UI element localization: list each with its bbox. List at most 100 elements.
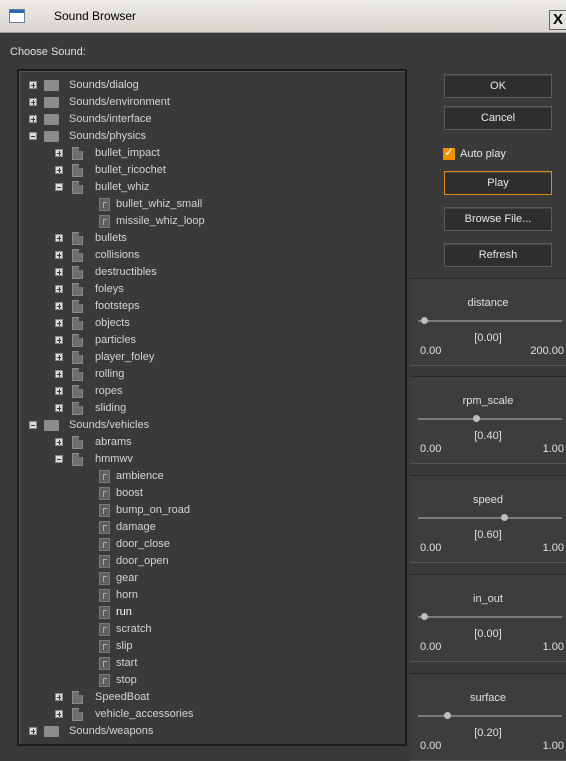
expand-icon[interactable] — [55, 336, 63, 344]
sound-file-icon — [99, 538, 110, 551]
tree-item[interactable]: run — [19, 604, 399, 621]
tree-item-label: Sounds/environment — [69, 96, 170, 108]
tree-item[interactable]: particles — [19, 332, 399, 349]
tree-item[interactable]: horn — [19, 587, 399, 604]
expand-icon[interactable] — [29, 98, 37, 106]
tree-item[interactable]: bullet_ricochet — [19, 162, 399, 179]
slider-panel-speed: speed [0.60] 0.00 1.00 — [410, 475, 566, 563]
tree-item[interactable]: SpeedBoat — [19, 689, 399, 706]
expand-icon[interactable] — [55, 149, 63, 157]
file-icon — [72, 368, 83, 381]
tree-item[interactable]: destructibles — [19, 264, 399, 281]
tree-item-label: damage — [116, 521, 156, 533]
tree-item[interactable]: ropes — [19, 383, 399, 400]
collapse-icon[interactable] — [55, 183, 63, 191]
slider-max-label: 1.00 — [542, 641, 564, 653]
expand-icon[interactable] — [55, 234, 63, 242]
tree-item[interactable]: door_close — [19, 536, 399, 553]
tree-item[interactable]: ambience — [19, 468, 399, 485]
sound-file-icon — [99, 657, 110, 670]
tree-item[interactable]: bullet_whiz — [19, 179, 399, 196]
expand-icon[interactable] — [29, 727, 37, 735]
tree-item[interactable]: Sounds/vehicles — [19, 417, 399, 434]
auto-play-checkbox[interactable] — [443, 145, 455, 160]
expand-icon[interactable] — [29, 115, 37, 123]
tree-item[interactable]: damage — [19, 519, 399, 536]
tree-item[interactable]: bullets — [19, 230, 399, 247]
play-button[interactable]: Play — [444, 171, 552, 195]
tree-item[interactable]: collisions — [19, 247, 399, 264]
expand-icon[interactable] — [55, 353, 63, 361]
expand-icon[interactable] — [55, 302, 63, 310]
title-bar: Sound Browser X — [0, 0, 566, 33]
expand-icon[interactable] — [55, 268, 63, 276]
tree-item[interactable]: scratch — [19, 621, 399, 638]
tree-item[interactable]: bullet_whiz_small — [19, 196, 399, 213]
tree-item[interactable]: Sounds/weapons — [19, 723, 399, 740]
slider-track[interactable] — [418, 613, 562, 620]
tree-item[interactable]: start — [19, 655, 399, 672]
expand-icon[interactable] — [55, 285, 63, 293]
sound-file-icon — [99, 198, 110, 211]
cancel-button[interactable]: Cancel — [444, 106, 552, 130]
collapse-icon[interactable] — [29, 132, 37, 140]
tree-item[interactable]: footsteps — [19, 298, 399, 315]
tree-item[interactable]: slip — [19, 638, 399, 655]
slider-label: rpm_scale — [462, 395, 514, 407]
refresh-button[interactable]: Refresh — [444, 243, 552, 267]
tree-item[interactable]: Sounds/dialog — [19, 77, 399, 94]
tree-item[interactable]: vehicle_accessories — [19, 706, 399, 723]
expand-icon[interactable] — [55, 710, 63, 718]
ok-button[interactable]: OK — [444, 74, 552, 98]
expand-icon[interactable] — [55, 404, 63, 412]
slider-handle[interactable] — [443, 712, 451, 719]
expand-icon[interactable] — [55, 387, 63, 395]
tree-item[interactable]: Sounds/interface — [19, 111, 399, 128]
slider-track[interactable] — [418, 317, 562, 324]
collapse-icon[interactable] — [55, 455, 63, 463]
slider-min-label: 0.00 — [420, 345, 442, 357]
slider-label: distance — [467, 297, 509, 309]
slider-handle[interactable] — [501, 514, 509, 521]
browse-file-button[interactable]: Browse File... — [444, 207, 552, 231]
tree-item[interactable]: hmmwv — [19, 451, 399, 468]
sound-file-icon — [99, 589, 110, 602]
tree-item[interactable]: bump_on_road — [19, 502, 399, 519]
slider-label: speed — [473, 494, 503, 506]
expand-icon[interactable] — [55, 166, 63, 174]
slider-track[interactable] — [418, 514, 562, 521]
tree-item[interactable]: Sounds/environment — [19, 94, 399, 111]
slider-track[interactable] — [418, 712, 562, 719]
tree-item[interactable]: Sounds/physics — [19, 128, 399, 145]
tree-item[interactable]: player_foley — [19, 349, 399, 366]
tree-item[interactable]: door_open — [19, 553, 399, 570]
expand-icon[interactable] — [55, 251, 63, 259]
tree-item-label: bullet_whiz_small — [116, 198, 203, 210]
tree-item[interactable]: stop — [19, 672, 399, 689]
slider-track[interactable] — [418, 415, 562, 422]
tree-item[interactable]: gear — [19, 570, 399, 587]
sound-tree[interactable]: Sounds/dialog Sounds/environment Sounds/in… — [17, 69, 407, 746]
slider-handle[interactable] — [472, 415, 480, 422]
tree-item[interactable]: bullet_impact — [19, 145, 399, 162]
tree-item[interactable]: abrams — [19, 434, 399, 451]
tree-item-label: particles — [95, 334, 136, 346]
slider-handle[interactable] — [421, 317, 428, 324]
sound-file-icon — [99, 555, 110, 568]
tree-item[interactable]: foleys — [19, 281, 399, 298]
tree-item[interactable]: objects — [19, 315, 399, 332]
slider-handle[interactable] — [421, 613, 428, 620]
tree-item-label: foleys — [95, 283, 124, 295]
tree-item[interactable]: missile_whiz_loop — [19, 213, 399, 230]
collapse-icon[interactable] — [29, 421, 37, 429]
close-button[interactable]: X — [549, 10, 566, 30]
expand-icon[interactable] — [29, 81, 37, 89]
slider-panel-distance: distance [0.00] 0.00 200.00 — [410, 278, 566, 366]
tree-item[interactable]: boost — [19, 485, 399, 502]
expand-icon[interactable] — [55, 319, 63, 327]
expand-icon[interactable] — [55, 438, 63, 446]
tree-item[interactable]: rolling — [19, 366, 399, 383]
tree-item[interactable]: sliding — [19, 400, 399, 417]
expand-icon[interactable] — [55, 370, 63, 378]
expand-icon[interactable] — [55, 693, 63, 701]
